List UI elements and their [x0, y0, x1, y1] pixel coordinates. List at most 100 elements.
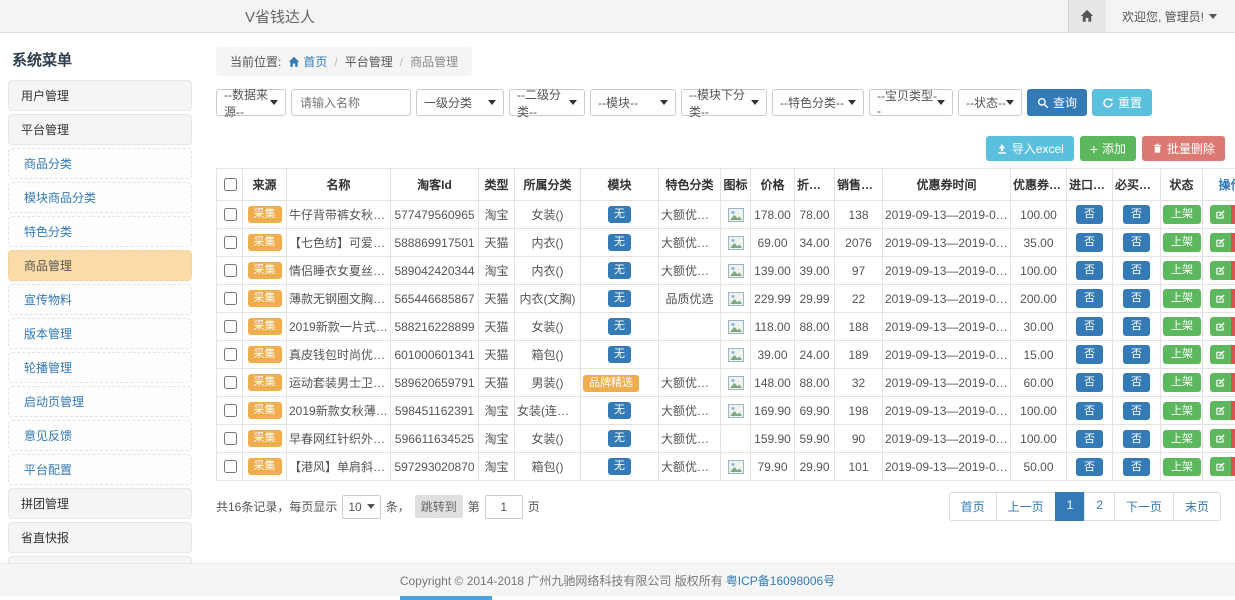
status-button[interactable]: 上架 — [1163, 317, 1201, 335]
sidebar-item-4[interactable]: 特色分类 — [8, 216, 192, 247]
filter-select-8[interactable]: --状态-- — [958, 89, 1022, 116]
page-number-input[interactable] — [485, 495, 523, 519]
filter-select-0[interactable]: --数据来源-- — [216, 89, 286, 116]
sidebar-item-7[interactable]: 版本管理 — [8, 318, 192, 349]
pager-button-2[interactable]: 1 — [1055, 492, 1086, 521]
must-buy-toggle[interactable]: 否 — [1123, 261, 1150, 279]
row-checkbox[interactable] — [224, 236, 237, 249]
sidebar-item-1[interactable]: 平台管理 — [8, 114, 192, 145]
row-checkbox[interactable] — [224, 320, 237, 333]
sidebar-item-13[interactable]: 省直快报 — [8, 522, 192, 553]
sidebar-item-11[interactable]: 平台配置 — [8, 454, 192, 485]
sidebar-item-8[interactable]: 轮播管理 — [8, 352, 192, 383]
status-button[interactable]: 上架 — [1163, 261, 1201, 279]
filter-select-7[interactable]: --宝贝类型-- — [869, 89, 953, 116]
jump-button[interactable]: 跳转到 — [415, 495, 463, 518]
delete-button[interactable] — [1231, 261, 1235, 280]
must-buy-toggle[interactable]: 否 — [1123, 402, 1150, 420]
import-select-toggle[interactable]: 否 — [1076, 458, 1103, 476]
status-button[interactable]: 上架 — [1163, 289, 1201, 307]
sidebar-item-9[interactable]: 启动页管理 — [8, 386, 192, 417]
delete-button[interactable] — [1231, 205, 1235, 224]
batch-delete-button[interactable]: 批量删除 — [1142, 136, 1225, 161]
import-select-toggle[interactable]: 否 — [1076, 233, 1103, 251]
import-select-toggle[interactable]: 否 — [1076, 345, 1103, 363]
edit-button[interactable] — [1210, 401, 1231, 420]
breadcrumb-home-link[interactable]: 首页 — [288, 53, 327, 70]
edit-button[interactable] — [1210, 233, 1231, 252]
must-buy-toggle[interactable]: 否 — [1123, 345, 1150, 363]
import-select-toggle[interactable]: 否 — [1076, 402, 1103, 420]
import-select-toggle[interactable]: 否 — [1076, 373, 1103, 391]
status-button[interactable]: 上架 — [1163, 430, 1201, 448]
pager-button-5[interactable]: 末页 — [1173, 492, 1221, 521]
edit-button[interactable] — [1210, 429, 1231, 448]
page-size-select[interactable]: 10 — [342, 495, 380, 519]
breadcrumb-item[interactable]: 平台管理 — [345, 53, 393, 70]
delete-button[interactable] — [1231, 429, 1235, 448]
pager-button-3[interactable]: 2 — [1084, 492, 1115, 521]
row-checkbox[interactable] — [224, 348, 237, 361]
icp-link[interactable]: 粤ICP备16098006号 — [726, 572, 835, 589]
edit-button[interactable] — [1210, 373, 1231, 392]
must-buy-toggle[interactable]: 否 — [1123, 317, 1150, 335]
sidebar-item-5[interactable]: 商品管理 — [8, 250, 192, 281]
delete-button[interactable] — [1231, 401, 1235, 420]
import-select-toggle[interactable]: 否 — [1076, 205, 1103, 223]
edit-button[interactable] — [1210, 317, 1231, 336]
sidebar-item-10[interactable]: 意见反馈 — [8, 420, 192, 451]
user-menu[interactable]: 欢迎您, 管理员! — [1122, 8, 1217, 25]
delete-button[interactable] — [1231, 233, 1235, 252]
edit-button[interactable] — [1210, 261, 1231, 280]
edit-button[interactable] — [1210, 345, 1231, 364]
sidebar-item-0[interactable]: 用户管理 — [8, 80, 192, 111]
pager-button-4[interactable]: 下一页 — [1114, 492, 1174, 521]
filter-select-2[interactable]: 一级分类 — [416, 89, 504, 116]
pager-button-0[interactable]: 首页 — [949, 492, 997, 521]
status-button[interactable]: 上架 — [1163, 205, 1201, 223]
import-select-toggle[interactable]: 否 — [1076, 317, 1103, 335]
import-select-toggle[interactable]: 否 — [1076, 289, 1103, 307]
row-checkbox[interactable] — [224, 432, 237, 445]
search-button[interactable]: 查询 — [1027, 89, 1087, 116]
reset-button[interactable]: 重置 — [1092, 89, 1152, 116]
add-button[interactable]: + 添加 — [1080, 136, 1136, 161]
delete-button[interactable] — [1231, 457, 1235, 476]
edit-button[interactable] — [1210, 205, 1231, 224]
sidebar-item-6[interactable]: 宣传物料 — [8, 284, 192, 315]
row-checkbox[interactable] — [224, 264, 237, 277]
filter-select-3[interactable]: --二级分类-- — [509, 89, 585, 116]
sidebar-item-12[interactable]: 拼团管理 — [8, 488, 192, 519]
status-button[interactable]: 上架 — [1163, 373, 1201, 391]
import-excel-button[interactable]: 导入excel — [986, 136, 1074, 161]
must-buy-toggle[interactable]: 否 — [1123, 373, 1150, 391]
row-checkbox[interactable] — [224, 376, 237, 389]
status-button[interactable]: 上架 — [1163, 402, 1201, 420]
edit-button[interactable] — [1210, 457, 1231, 476]
row-checkbox[interactable] — [224, 208, 237, 221]
row-checkbox[interactable] — [224, 460, 237, 473]
sidebar-item-2[interactable]: 商品分类 — [8, 148, 192, 179]
pager-button-1[interactable]: 上一页 — [996, 492, 1056, 521]
delete-button[interactable] — [1231, 289, 1235, 308]
must-buy-toggle[interactable]: 否 — [1123, 458, 1150, 476]
delete-button[interactable] — [1231, 345, 1235, 364]
horizontal-scrollbar-thumb[interactable] — [400, 596, 492, 600]
row-checkbox[interactable] — [224, 292, 237, 305]
delete-button[interactable] — [1231, 317, 1235, 336]
select-all-checkbox[interactable] — [224, 178, 237, 191]
filter-select-5[interactable]: --模块下分类-- — [681, 89, 767, 116]
must-buy-toggle[interactable]: 否 — [1123, 430, 1150, 448]
filter-select-6[interactable]: --特色分类-- — [772, 89, 864, 116]
sidebar-item-3[interactable]: 模块商品分类 — [8, 182, 192, 213]
status-button[interactable]: 上架 — [1163, 345, 1201, 363]
must-buy-toggle[interactable]: 否 — [1123, 289, 1150, 307]
status-button[interactable]: 上架 — [1163, 233, 1201, 251]
name-search-input[interactable] — [291, 89, 411, 116]
home-button[interactable] — [1068, 0, 1106, 32]
import-select-toggle[interactable]: 否 — [1076, 261, 1103, 279]
delete-button[interactable] — [1231, 373, 1235, 392]
must-buy-toggle[interactable]: 否 — [1123, 233, 1150, 251]
edit-button[interactable] — [1210, 289, 1231, 308]
import-select-toggle[interactable]: 否 — [1076, 430, 1103, 448]
